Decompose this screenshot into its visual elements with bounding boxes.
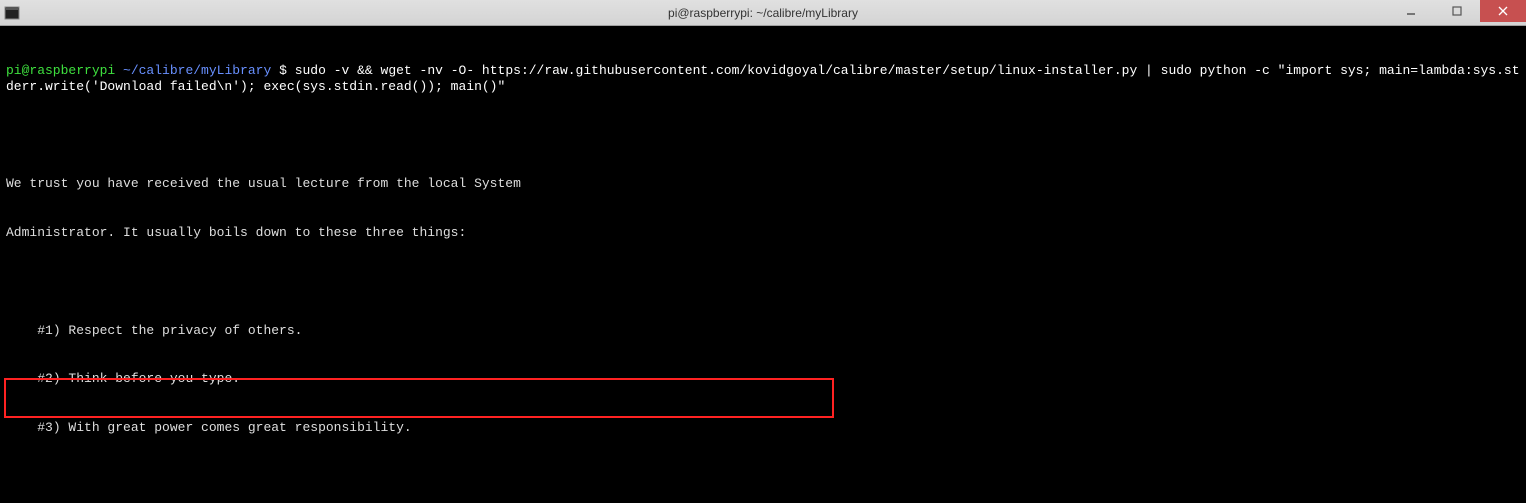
prompt-symbol: $ [279,63,287,78]
titlebar: pi@raspberrypi: ~/calibre/myLibrary [0,0,1526,26]
terminal-window: pi@raspberrypi: ~/calibre/myLibrary pi@r… [0,0,1526,503]
app-icon [4,5,20,21]
window-controls [1388,0,1526,22]
prompt-path: ~/calibre/myLibrary [123,63,271,78]
prompt-line-1: pi@raspberrypi ~/calibre/myLibrary $ sud… [6,63,1520,96]
terminal-area[interactable]: pi@raspberrypi ~/calibre/myLibrary $ sud… [0,26,1526,503]
minimize-button[interactable] [1388,0,1434,22]
prompt-user: pi@raspberrypi [6,63,115,78]
lecture-item-3: #3) With great power comes great respons… [6,420,1520,436]
lecture-item-1: #1) Respect the privacy of others. [6,323,1520,339]
close-button[interactable] [1480,0,1526,22]
blank-line [6,274,1520,290]
blank-line [6,128,1520,144]
lecture-line-1: We trust you have received the usual lec… [6,176,1520,192]
lecture-item-2: #2) Think before you type. [6,371,1520,387]
blank-line [6,469,1520,485]
maximize-button[interactable] [1434,0,1480,22]
lecture-line-2: Administrator. It usually boils down to … [6,225,1520,241]
window-title: pi@raspberrypi: ~/calibre/myLibrary [668,6,858,20]
